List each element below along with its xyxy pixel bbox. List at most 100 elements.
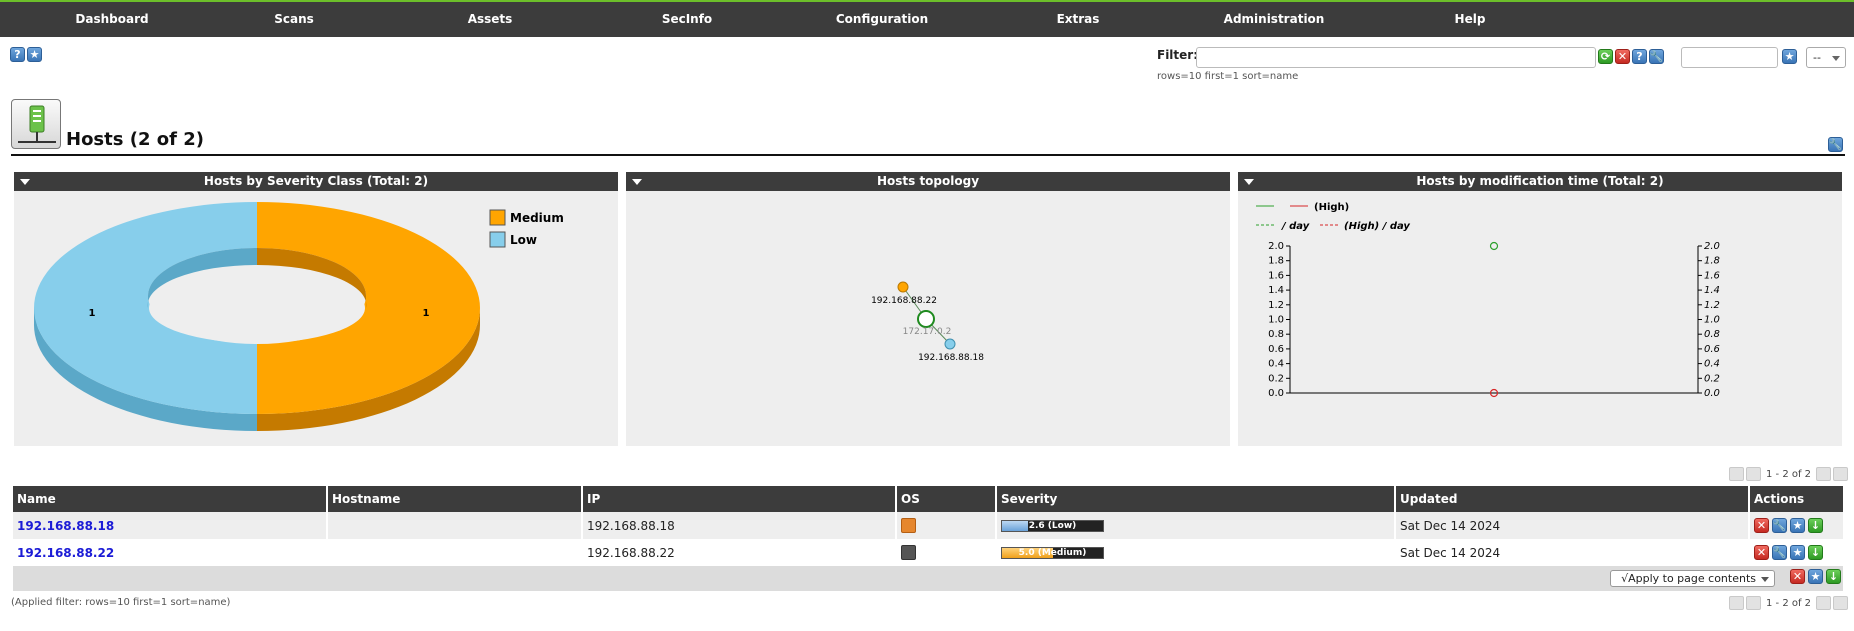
last-page-button[interactable] (1833, 467, 1849, 481)
pagination-bottom: 1 - 2 of 2 (1729, 596, 1849, 610)
filter-input[interactable] (1196, 47, 1596, 68)
y-tick-label-right: 1.0 (1704, 315, 1720, 326)
nav-administration[interactable]: Administration (1224, 2, 1325, 37)
data-point (1489, 241, 1499, 251)
edit-wrench-icon[interactable]: 🔧 (1772, 545, 1787, 560)
legend-medium-label: Medium (510, 211, 564, 225)
severity-bar: 5.0 (Medium) (1001, 547, 1104, 559)
last-page-button[interactable] (1833, 596, 1849, 610)
y-tick-label-right: 1.4 (1704, 285, 1720, 296)
filter-name-input[interactable] (1681, 47, 1778, 68)
download-icon[interactable]: ↓ (1808, 545, 1823, 560)
topology-node-192-168-88-22[interactable] (897, 281, 909, 293)
y-tick-label-right: 2.0 (1704, 241, 1720, 252)
severity-panel-title: Hosts by Severity Class (Total: 2) (203, 174, 429, 188)
nav-secinfo[interactable]: SecInfo (662, 2, 712, 37)
edit-wrench-icon[interactable]: 🔧 (1828, 137, 1843, 152)
updated-cell: Sat Dec 14 2024 (1395, 539, 1750, 566)
severity-class-panel: Hosts by Severity Class (Total: 2) 1 1 M… (14, 172, 618, 446)
collapse-triangle-icon[interactable] (632, 179, 642, 185)
y-tick-label-right: 0.4 (1704, 359, 1720, 370)
first-page-button[interactable] (1729, 596, 1744, 610)
table-header-row: Name Hostname IP OS Severity Updated Act… (13, 486, 1845, 512)
y-tick-label-right: 0.2 (1704, 373, 1720, 384)
column-header-severity[interactable]: Severity (996, 486, 1396, 512)
modification-time-chart: (High) / day (High) / day 2.0 1.8 1.6 1.4 1.… (1256, 202, 1720, 399)
filter-select[interactable]: -- (1806, 47, 1846, 68)
y-tick-label-right: 1.6 (1704, 270, 1720, 281)
nav-dashboard[interactable]: Dashboard (75, 2, 148, 37)
nav-extras[interactable]: Extras (1057, 2, 1100, 37)
topology-label-192-168-88-18: 192.168.88.18 (918, 353, 984, 363)
hosts-icon (11, 99, 61, 149)
y-tick-label-right: 1.8 (1704, 256, 1720, 267)
hostname-cell (327, 512, 583, 539)
updated-cell: Sat Dec 14 2024 (1395, 512, 1750, 539)
low-slice-value: 1 (89, 308, 96, 319)
topology-label-192-168-88-22: 192.168.88.22 (871, 296, 937, 306)
edit-wrench-icon[interactable]: 🔧 (1772, 518, 1787, 533)
nav-assets[interactable]: Assets (468, 2, 513, 37)
first-page-button[interactable] (1729, 467, 1744, 481)
hosts-topology-graph: 192.168.88.22 172.17.0.2 192.168.88.18 (871, 281, 984, 363)
legend-per-day-label: / day (1281, 221, 1310, 232)
bulk-download-icon[interactable]: ↓ (1826, 569, 1841, 584)
filter-help-icon[interactable]: ? (1632, 49, 1647, 64)
y-tick-label-right: 0.8 (1704, 329, 1720, 340)
clone-star-icon[interactable]: ★ (1790, 518, 1805, 533)
download-icon[interactable]: ↓ (1808, 518, 1823, 533)
y-tick-label-left: 2.0 (1268, 241, 1284, 252)
column-header-hostname[interactable]: Hostname (327, 486, 583, 512)
y-tick-label-left: 1.8 (1268, 256, 1284, 267)
bulk-tag-star-icon[interactable]: ★ (1808, 569, 1823, 584)
next-page-button[interactable] (1816, 596, 1832, 610)
column-header-ip[interactable]: IP (582, 486, 897, 512)
pagination-text: 1 - 2 of 2 (1766, 597, 1812, 609)
apply-to-page-contents-select[interactable]: √Apply to page contents (1610, 570, 1775, 587)
topology-node-172-17-0-2[interactable] (917, 310, 935, 328)
medium-slice-value: 1 (423, 308, 430, 319)
host-name-link[interactable]: 192.168.88.18 (17, 519, 114, 533)
refresh-icon[interactable]: ⟳ (1598, 49, 1613, 64)
severity-text: 2.6 (Low) (1028, 521, 1077, 531)
delete-icon[interactable]: ✕ (1754, 518, 1769, 533)
legend-high-per-day-label: (High) / day (1344, 221, 1410, 232)
table-row: 192.168.88.18 192.168.88.18 2.6 (Low) Sa… (13, 512, 1845, 539)
nav-configuration[interactable]: Configuration (836, 2, 928, 37)
host-name-link[interactable]: 192.168.88.22 (17, 546, 114, 560)
reset-filter-icon[interactable]: ✕ (1615, 49, 1630, 64)
y-tick-label-left: 1.2 (1268, 300, 1284, 311)
filter-info: rows=10 first=1 sort=name (1157, 71, 1299, 82)
y-tick-label-left: 1.4 (1268, 285, 1284, 296)
column-header-os[interactable]: OS (896, 486, 997, 512)
nav-help[interactable]: Help (1455, 2, 1486, 37)
save-filter-star-icon[interactable]: ★ (1782, 49, 1797, 64)
new-host-star-icon[interactable]: ★ (27, 47, 42, 62)
linux-os-icon (901, 545, 916, 560)
pagination-text: 1 - 2 of 2 (1766, 468, 1812, 480)
legend-high-label: (High) (1314, 202, 1349, 213)
previous-page-button[interactable] (1746, 467, 1761, 481)
topology-node-192-168-88-18[interactable] (944, 338, 956, 350)
collapse-triangle-icon[interactable] (20, 179, 30, 185)
filter-label: Filter: (1157, 48, 1199, 62)
ip-cell: 192.168.88.22 (582, 539, 897, 566)
previous-page-button[interactable] (1746, 596, 1761, 610)
bulk-delete-icon[interactable]: ✕ (1790, 569, 1805, 584)
topology-panel-header: Hosts topology (626, 172, 1230, 191)
delete-icon[interactable]: ✕ (1754, 545, 1769, 560)
y-tick-label-left: 1.6 (1268, 270, 1284, 281)
clone-star-icon[interactable]: ★ (1790, 545, 1805, 560)
nav-scans[interactable]: Scans (274, 2, 314, 37)
column-header-updated[interactable]: Updated (1395, 486, 1750, 512)
applied-filter-text: (Applied filter: rows=10 first=1 sort=na… (11, 597, 231, 608)
help-icon[interactable]: ? (10, 47, 25, 62)
page-title: Hosts (2 of 2) (66, 129, 204, 150)
collapse-triangle-icon[interactable] (1244, 179, 1254, 185)
y-tick-label-right: 1.2 (1704, 300, 1720, 311)
column-header-name[interactable]: Name (13, 486, 328, 512)
edit-filter-wrench-icon[interactable]: 🔧 (1649, 49, 1664, 64)
next-page-button[interactable] (1816, 467, 1832, 481)
modification-time-panel: Hosts by modification time (Total: 2) (H… (1238, 172, 1842, 446)
y-tick-label-left: 0.0 (1268, 388, 1284, 399)
